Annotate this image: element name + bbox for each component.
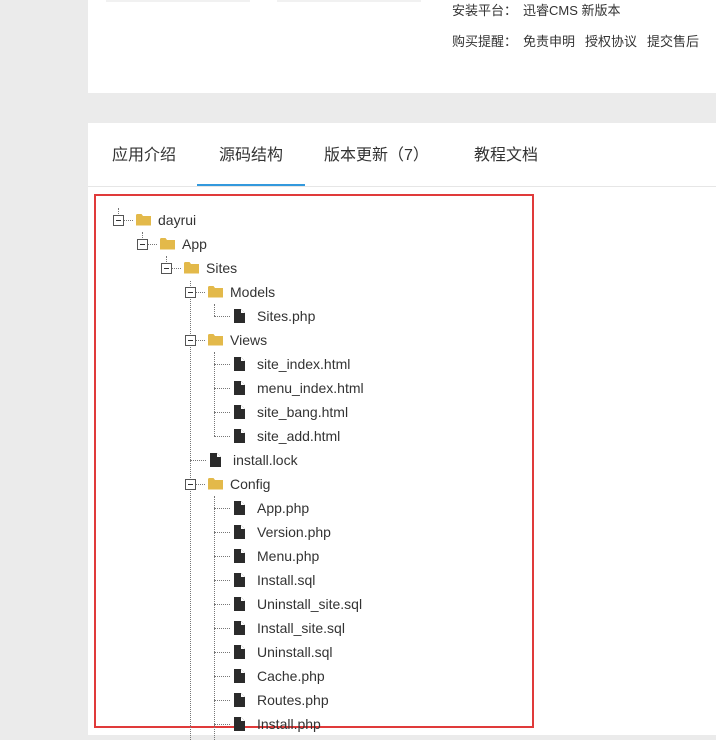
tree-connector	[214, 628, 230, 629]
file-view-1[interactable]: menu_index.html	[257, 379, 364, 397]
reminder-row: 购买提醒： 免责申明 授权协议 提交售后	[452, 31, 709, 50]
folder-app-toggle[interactable]	[137, 239, 148, 250]
file-install-lock[interactable]: install.lock	[233, 451, 298, 469]
file-icon	[234, 573, 245, 592]
tree-connector	[214, 388, 230, 389]
tree-connector	[214, 436, 230, 437]
file-icon	[234, 405, 245, 424]
tree-connector	[142, 232, 143, 238]
tab-version-updates[interactable]: 版本更新（7）	[324, 123, 429, 186]
tree-connector	[196, 340, 205, 341]
tree-connector	[196, 484, 205, 485]
folder-models-toggle[interactable]	[185, 287, 196, 298]
file-config-8[interactable]: Routes.php	[257, 691, 329, 709]
file-config-7[interactable]: Cache.php	[257, 667, 325, 685]
file-icon	[234, 309, 245, 328]
folder-views-toggle[interactable]	[185, 335, 196, 346]
file-config-5[interactable]: Install_site.sql	[257, 619, 345, 637]
tab-app-intro[interactable]: 应用介绍	[110, 123, 178, 186]
tree-connector	[148, 244, 157, 245]
platform-value: 迅睿CMS 新版本	[523, 3, 621, 18]
tree-connector	[166, 256, 167, 262]
tree-connector	[214, 724, 230, 725]
tree-connector	[214, 364, 230, 365]
file-config-4[interactable]: Uninstall_site.sql	[257, 595, 362, 613]
file-config-1[interactable]: Version.php	[257, 523, 331, 541]
file-icon	[234, 693, 245, 712]
folder-icon	[208, 477, 223, 495]
file-view-3[interactable]: site_add.html	[257, 427, 340, 445]
tree-connector	[196, 292, 205, 293]
tree-connector	[214, 412, 230, 413]
tree-connector	[214, 532, 230, 533]
file-config-3[interactable]: Install.sql	[257, 571, 315, 589]
file-icon	[234, 381, 245, 400]
tree-connector	[214, 556, 230, 557]
file-sites-php[interactable]: Sites.php	[257, 307, 315, 325]
tree-connector	[124, 220, 133, 221]
after-sales-link[interactable]: 提交售后	[647, 34, 699, 49]
reminder-label: 购买提醒：	[452, 34, 518, 49]
folder-icon	[208, 285, 223, 303]
thumbnail-strip-right	[277, 0, 421, 2]
file-icon	[234, 501, 245, 520]
tree-connector	[172, 268, 181, 269]
file-config-9[interactable]: Install.php	[257, 715, 321, 733]
tree-connector	[214, 700, 230, 701]
file-icon	[234, 669, 245, 688]
tree-connector	[214, 676, 230, 677]
file-icon	[234, 717, 245, 736]
file-config-2[interactable]: Menu.php	[257, 547, 319, 565]
tree-connector	[214, 580, 230, 581]
folder-models-label[interactable]: Models	[230, 283, 275, 301]
file-icon	[234, 429, 245, 448]
folder-app-label[interactable]: App	[182, 235, 207, 253]
file-config-0[interactable]: App.php	[257, 499, 309, 517]
file-icon	[234, 597, 245, 616]
tree-connector	[190, 281, 191, 740]
tree-connector	[214, 316, 230, 317]
file-icon	[234, 357, 245, 376]
disclaimer-link[interactable]: 免责申明	[523, 34, 575, 49]
tab-bar: 应用介绍 源码结构 版本更新（7） 教程文档	[88, 123, 716, 187]
file-icon	[234, 621, 245, 640]
folder-icon	[208, 333, 223, 351]
license-link[interactable]: 授权协议	[585, 34, 637, 49]
tab-tutorial-docs[interactable]: 教程文档	[472, 123, 540, 186]
tree-connector	[214, 604, 230, 605]
folder-icon	[184, 261, 199, 279]
file-icon	[234, 645, 245, 664]
file-config-6[interactable]: Uninstall.sql	[257, 643, 332, 661]
folder-dayrui-toggle[interactable]	[113, 215, 124, 226]
tree-connector	[214, 304, 215, 316]
folder-sites-toggle[interactable]	[161, 263, 172, 274]
platform-label: 安装平台：	[452, 3, 518, 18]
tree-connector	[118, 208, 119, 214]
file-icon	[234, 549, 245, 568]
tree-connector	[214, 652, 230, 653]
folder-icon	[136, 213, 151, 231]
folder-icon	[160, 237, 175, 255]
folder-config-toggle[interactable]	[185, 479, 196, 490]
tree-connector	[190, 460, 206, 461]
tree-connector	[214, 508, 230, 509]
file-view-0[interactable]: site_index.html	[257, 355, 350, 373]
file-view-2[interactable]: site_bang.html	[257, 403, 348, 421]
platform-row: 安装平台： 迅睿CMS 新版本	[452, 0, 631, 19]
tab-source-structure[interactable]: 源码结构	[197, 123, 305, 186]
file-icon	[210, 453, 221, 472]
folder-config-label[interactable]: Config	[230, 475, 270, 493]
folder-views-label[interactable]: Views	[230, 331, 267, 349]
folder-sites-label[interactable]: Sites	[206, 259, 237, 277]
thumbnail-strip-left	[106, 0, 250, 2]
file-icon	[234, 525, 245, 544]
folder-dayrui-label[interactable]: dayrui	[158, 211, 196, 229]
